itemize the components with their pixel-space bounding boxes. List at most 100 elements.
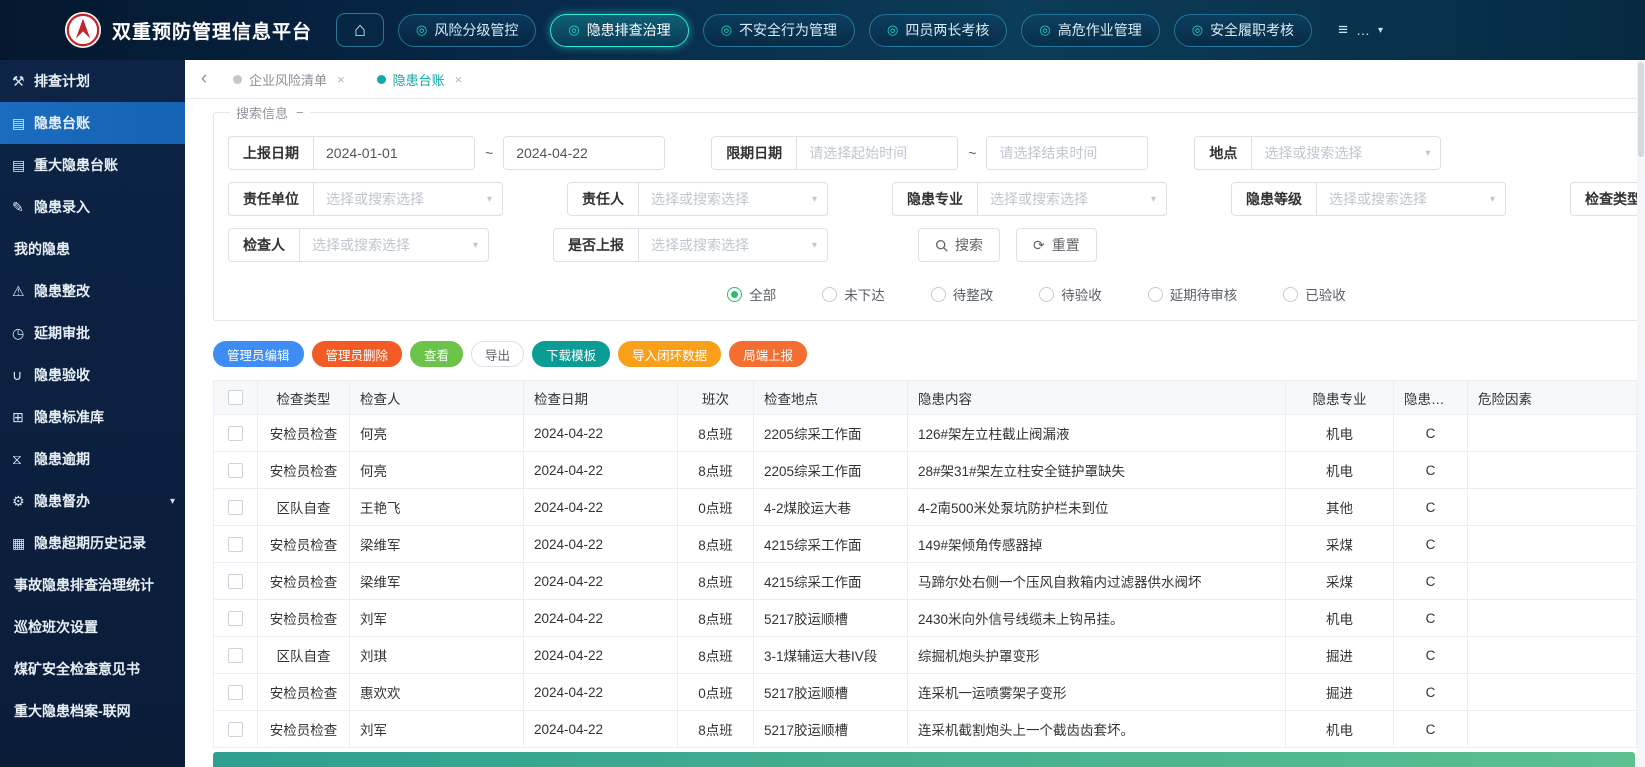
cell-specialty: 采煤 xyxy=(1285,525,1394,563)
content-tab[interactable]: 企业风险清单 × xyxy=(217,60,361,98)
status-radio[interactable]: 未下达 xyxy=(822,284,885,304)
table-row[interactable]: 区队自查 王艳飞 2024-04-22 0点班 4-2煤胶运大巷 4-2南500… xyxy=(213,488,1637,526)
table-row[interactable]: 安检员检查 刘军 2024-04-22 8点班 5217胶运顺槽 2430米向外… xyxy=(213,599,1637,637)
sidebar-item[interactable]: 我的隐患 xyxy=(0,228,185,270)
top-nav-item[interactable]: ◎ 隐患排查治理 xyxy=(550,13,689,47)
status-radio[interactable]: 待整改 xyxy=(930,284,993,304)
top-nav-item[interactable]: ◎ 风险分级管控 xyxy=(398,13,537,47)
row-checkbox[interactable] xyxy=(228,425,243,441)
column-header[interactable]: 检查日期 xyxy=(523,380,678,415)
status-radio[interactable]: 待验收 xyxy=(1039,284,1102,304)
column-header[interactable]: 检查人 xyxy=(349,380,524,415)
status-radio[interactable]: 已验收 xyxy=(1283,284,1346,304)
table-row[interactable]: 安检员检查 梁维军 2024-04-22 8点班 4215综采工作面 马蹄尔处右… xyxy=(213,562,1637,600)
row-checkbox[interactable] xyxy=(228,721,243,737)
reset-button[interactable]: ⟳ 重置 xyxy=(1016,228,1097,262)
row-checkbox[interactable] xyxy=(228,462,243,478)
sidebar-item[interactable]: ⧖ 隐患逾期 xyxy=(0,438,185,480)
row-checkbox[interactable] xyxy=(228,499,243,515)
column-header[interactable]: 危险因素 xyxy=(1467,380,1637,415)
row-checkbox[interactable] xyxy=(228,647,243,663)
toolbar-button[interactable]: 管理员编辑 xyxy=(213,341,304,367)
scrollbar-thumb[interactable] xyxy=(1638,62,1644,157)
row-checkbox[interactable] xyxy=(228,684,243,700)
cell-checker: 梁维军 xyxy=(349,525,524,563)
resp-person-select[interactable]: 选择或搜索选择 ▾ xyxy=(639,183,827,215)
vertical-scrollbar[interactable] xyxy=(1637,60,1645,767)
column-header[interactable]: 班次 xyxy=(677,380,754,415)
content-tab[interactable]: 隐患台账 × xyxy=(361,60,479,98)
radio-circle-icon xyxy=(1147,286,1163,302)
cell-content: 28#架31#架左立柱安全链护罩缺失 xyxy=(907,451,1286,489)
sidebar-item[interactable]: ✎ 隐患录入 xyxy=(0,186,185,228)
sidebar-item[interactable]: ▤ 重大隐患台账 xyxy=(0,144,185,186)
circle-icon: ◎ xyxy=(416,22,428,37)
sidebar-item[interactable]: ⚠ 隐患整改 xyxy=(0,270,185,312)
table-footer-bar[interactable] xyxy=(213,752,1635,767)
column-header[interactable]: 隐患等级 xyxy=(1393,380,1468,415)
report-date-from-input[interactable] xyxy=(314,137,474,169)
column-header[interactable]: 隐患内容 xyxy=(907,380,1286,415)
sidebar-item[interactable]: ▦ 隐患超期历史记录 xyxy=(0,522,185,564)
home-button[interactable]: ⌂ xyxy=(336,13,384,47)
toolbar-button[interactable]: 下载模板 xyxy=(532,341,611,367)
deadline-from-input[interactable] xyxy=(797,137,958,169)
toolbar-button[interactable]: 查看 xyxy=(410,341,464,367)
table-row[interactable]: 安检员检查 何亮 2024-04-22 8点班 2205综采工作面 126#架左… xyxy=(213,414,1637,452)
header-menu[interactable]: ≡ … ▾ xyxy=(1338,20,1383,40)
level-select[interactable]: 选择或搜索选择 ▾ xyxy=(1317,183,1505,215)
checker-select[interactable]: 选择或搜索选择 ▾ xyxy=(300,229,488,261)
table-row[interactable]: 安检员检查 刘军 2024-04-22 8点班 5217胶运顺槽 连采机截割炮头… xyxy=(213,710,1637,748)
sidebar-item[interactable]: ◷ 延期审批 xyxy=(0,312,185,354)
row-checkbox[interactable] xyxy=(228,610,243,626)
top-nav-item[interactable]: ◎ 四员两长考核 xyxy=(869,13,1008,47)
sidebar-item[interactable]: ∪ 隐患验收 xyxy=(0,354,185,396)
deadline-to-input[interactable] xyxy=(987,137,1148,169)
tab-close-icon[interactable]: × xyxy=(337,72,345,87)
status-radio-label: 待验收 xyxy=(1061,288,1102,303)
report-date-to-input[interactable] xyxy=(504,137,665,169)
collapse-icon[interactable]: − xyxy=(296,105,304,120)
top-nav-item[interactable]: ◎ 安全履职考核 xyxy=(1173,13,1313,47)
location-select[interactable]: 选择或搜索选择 ▾ xyxy=(1252,137,1440,169)
toolbar-button[interactable]: 局端上报 xyxy=(729,341,808,367)
sidebar-item[interactable]: ⊞ 隐患标准库 xyxy=(0,396,185,438)
table-row[interactable]: 区队自查 刘琪 2024-04-22 8点班 3-1煤辅运大巷IV段 综掘机炮头… xyxy=(213,636,1637,674)
sidebar-item[interactable]: ▤ 隐患台账 xyxy=(0,102,185,144)
table-row[interactable]: 安检员检查 梁维军 2024-04-22 8点班 4215综采工作面 149#架… xyxy=(213,525,1637,563)
status-radio[interactable]: 延期待审核 xyxy=(1147,284,1237,304)
sidebar-item-label: 隐患录入 xyxy=(34,199,90,215)
column-header[interactable]: 检查类型 xyxy=(257,380,350,415)
table-row[interactable]: 安检员检查 惠欢欢 2024-04-22 0点班 5217胶运顺槽 连采机一运喷… xyxy=(213,673,1637,711)
sidebar-item[interactable]: ⚒ 排查计划 xyxy=(0,60,185,102)
table-row[interactable]: 安检员检查 何亮 2024-04-22 8点班 2205综采工作面 28#架31… xyxy=(213,451,1637,489)
column-header[interactable]: 隐患专业 xyxy=(1285,380,1394,415)
tab-close-icon[interactable]: × xyxy=(455,72,463,87)
top-nav-label: 四员两长考核 xyxy=(905,22,990,38)
sidebar-item[interactable]: ⚙ 隐患督办 ▾ xyxy=(0,480,185,522)
top-nav-item[interactable]: ◎ 高危作业管理 xyxy=(1021,13,1160,47)
sidebar-item[interactable]: 巡检班次设置 xyxy=(0,606,185,648)
row-checkbox[interactable] xyxy=(228,573,243,589)
toolbar-button[interactable]: 管理员删除 xyxy=(311,341,403,367)
tab-scroll-left-icon[interactable]: ‹ xyxy=(191,60,217,98)
toolbar-button[interactable]: 导出 xyxy=(471,341,525,367)
specialty-select[interactable]: 选择或搜索选择 ▾ xyxy=(978,183,1166,215)
sidebar-item[interactable]: 事故隐患排查治理统计 xyxy=(0,564,185,606)
column-header[interactable]: 检查地点 xyxy=(753,380,908,415)
select-all-checkbox[interactable] xyxy=(228,390,243,406)
sidebar-item-label: 延期审批 xyxy=(34,325,90,341)
sidebar-item[interactable]: 重大隐患档案-联网 xyxy=(0,690,185,732)
sidebar-item[interactable]: 煤矿安全检查意见书 xyxy=(0,648,185,690)
cell-check-type: 区队自查 xyxy=(257,488,350,526)
sidebar-item-icon: ⧖ xyxy=(12,450,22,467)
toolbar-button[interactable]: 导入闭环数据 xyxy=(618,341,722,367)
resp-unit-select[interactable]: 选择或搜索选择 ▾ xyxy=(314,183,502,215)
cell-risk-factor xyxy=(1467,636,1637,674)
status-radio[interactable]: 全部 xyxy=(727,284,776,304)
search-button[interactable]: 搜索 xyxy=(918,228,1000,262)
sidebar-item-label: 排查计划 xyxy=(34,73,90,89)
top-nav-item[interactable]: ◎ 不安全行为管理 xyxy=(702,13,856,47)
row-checkbox[interactable] xyxy=(228,536,243,552)
reported-select[interactable]: 选择或搜索选择 ▾ xyxy=(639,229,827,261)
